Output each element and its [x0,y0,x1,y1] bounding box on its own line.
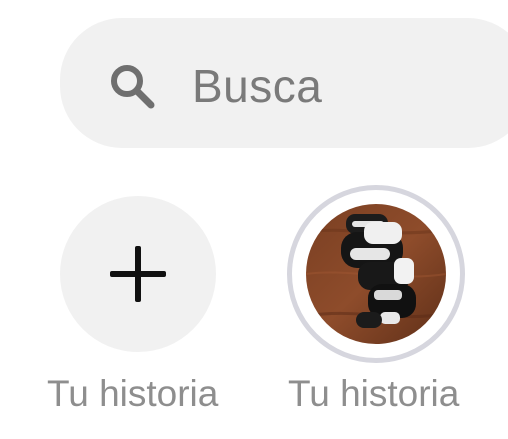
search-icon [111,65,155,109]
plus-icon [110,246,166,302]
stories-page: Busca Tu historia Tu historia [0,0,508,439]
story-avatar[interactable] [306,204,446,344]
boxing-glove-photo-icon [306,204,446,344]
story-label-add: Tu historia [47,373,219,414]
search-input[interactable]: Busca [192,58,322,114]
story-label-user: Tu historia [288,373,460,414]
